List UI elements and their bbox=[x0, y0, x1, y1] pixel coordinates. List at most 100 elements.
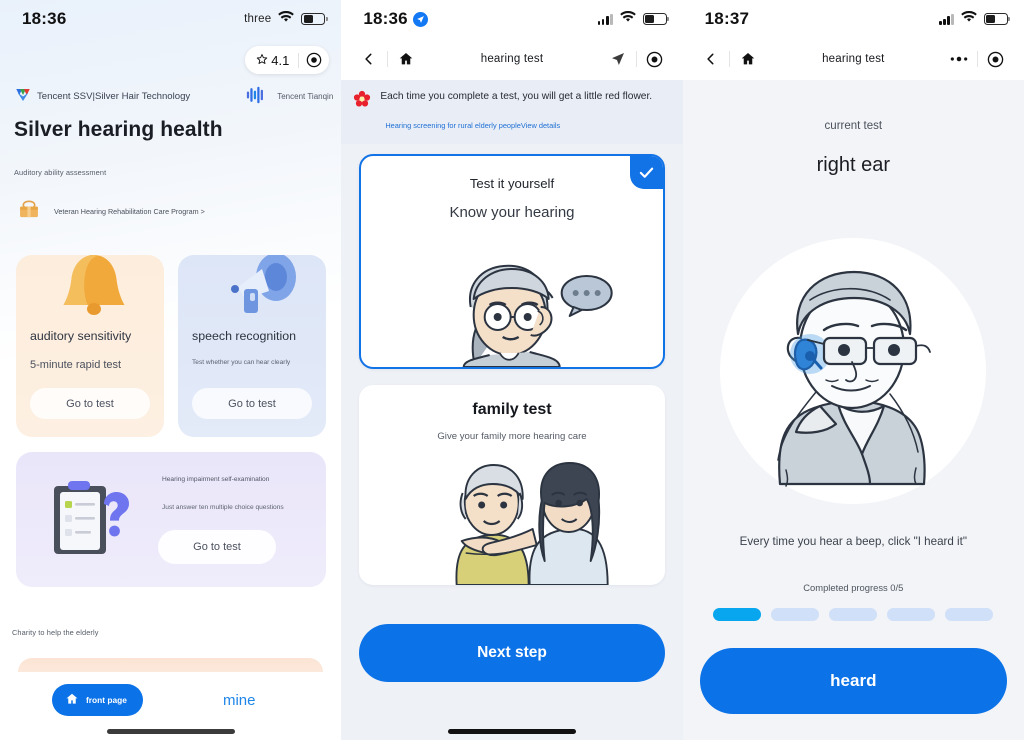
red-flower-icon bbox=[353, 90, 371, 113]
heard-button[interactable]: heard bbox=[699, 648, 1007, 714]
status-right-group: three bbox=[244, 10, 328, 28]
home-icon bbox=[65, 692, 79, 708]
miniprogram-capsule[interactable]: 4.1 bbox=[245, 46, 330, 74]
ear-label: right ear bbox=[816, 154, 890, 176]
next-step-button[interactable]: Next step bbox=[359, 624, 665, 682]
battery-icon bbox=[301, 13, 328, 25]
go-to-test-button[interactable]: Go to test bbox=[158, 530, 276, 564]
option-family-test[interactable]: family test Give your family more hearin… bbox=[359, 385, 665, 585]
self-exam-line1: Hearing impairment self-examination bbox=[162, 476, 270, 483]
brand-tencent-ssv: Tencent SSV|Silver Hair Technology bbox=[14, 86, 190, 107]
check-icon bbox=[629, 156, 663, 189]
gift-box-icon bbox=[16, 196, 42, 227]
nav-title: hearing test bbox=[822, 53, 885, 65]
battery-icon bbox=[642, 13, 669, 25]
nav-left-capsule bbox=[351, 45, 424, 73]
option-title: family test bbox=[472, 401, 552, 418]
go-to-test-button[interactable]: Go to test bbox=[192, 388, 312, 419]
wifi-icon bbox=[278, 10, 295, 28]
progress-dots bbox=[683, 608, 1024, 621]
target-icon[interactable] bbox=[978, 45, 1014, 73]
more-dots-icon[interactable] bbox=[941, 45, 977, 73]
status-right-group bbox=[597, 10, 669, 28]
banner-link[interactable]: Hearing screening for rural elderly peop… bbox=[385, 121, 670, 130]
brand-tencent-tianqin: Tencent Tianqin bbox=[246, 86, 333, 107]
home-button[interactable] bbox=[730, 45, 766, 73]
target-icon[interactable] bbox=[637, 45, 673, 73]
nav-bar-mid: hearing test bbox=[341, 38, 683, 80]
carrier-label: three bbox=[244, 13, 272, 25]
three-phone-screenshots: 18:36 three 4.1 Tencent SSV|Silver Hair … bbox=[0, 0, 1024, 740]
tab-mine[interactable]: mine bbox=[223, 692, 256, 709]
elderly-man-with-hearing-aid-illustration bbox=[720, 238, 987, 504]
wifi-icon bbox=[619, 10, 636, 28]
card-self-examination[interactable]: Hearing impairment self-examination Just… bbox=[16, 452, 326, 587]
brand-row: Tencent SSV|Silver Hair Technology Tence… bbox=[14, 86, 333, 107]
tab-front-page[interactable]: front page bbox=[52, 684, 143, 716]
status-right-group bbox=[939, 10, 1011, 28]
back-button[interactable] bbox=[693, 45, 729, 73]
nav-left-capsule bbox=[693, 45, 766, 73]
status-left-group: 18:37 bbox=[705, 9, 749, 29]
screen-hearing-test-select: 18:36 hearing test Each time you complet… bbox=[341, 0, 683, 740]
veteran-program-label: Veteran Hearing Rehabilitation Care Prog… bbox=[54, 207, 205, 216]
back-button[interactable] bbox=[351, 45, 387, 73]
card-speech-recognition[interactable]: speech recognition Test whether you can … bbox=[178, 255, 326, 437]
brand-tianqin-label: Tencent Tianqin bbox=[277, 92, 334, 101]
option-test-it-yourself[interactable]: Test it yourself Know your hearing bbox=[359, 154, 665, 369]
nav-bar-right: hearing test bbox=[682, 38, 1024, 80]
go-to-test-button[interactable]: Go to test bbox=[30, 388, 150, 419]
banner-row: Each time you complete a test, you will … bbox=[353, 90, 670, 113]
status-left-group: 18:36 bbox=[363, 9, 428, 29]
card-subtitle: Test whether you can hear clearly bbox=[192, 359, 291, 366]
battery-icon bbox=[983, 13, 1011, 25]
tencent-ssv-logo-icon bbox=[14, 86, 32, 107]
card-auditory-sensitivity[interactable]: auditory sensitivity 5-minute rapid test… bbox=[16, 255, 164, 437]
progress-dot bbox=[945, 608, 994, 621]
flower-reward-banner: Each time you complete a test, you will … bbox=[341, 80, 683, 144]
banner-text: Each time you complete a test, you will … bbox=[380, 91, 653, 102]
progress-dot bbox=[829, 608, 878, 621]
veteran-program-row[interactable]: Veteran Hearing Rehabilitation Care Prog… bbox=[16, 196, 205, 227]
nav-right-capsule bbox=[600, 45, 673, 73]
section-label-charity: Charity to help the elderly bbox=[12, 628, 99, 637]
option-subtitle: Give your family more hearing care bbox=[437, 431, 587, 442]
wifi-icon bbox=[961, 10, 977, 28]
status-time: 18:36 bbox=[363, 9, 408, 28]
self-exam-line2: Just answer ten multiple choice question… bbox=[162, 504, 284, 511]
clipboard-question-icon bbox=[42, 470, 142, 572]
section-label-assessment: Auditory ability assessment bbox=[14, 168, 107, 177]
signal-icon bbox=[597, 13, 613, 25]
tencent-tianqin-logo-icon bbox=[246, 86, 272, 107]
screen-silver-hearing-health: 18:36 three 4.1 Tencent SSV|Silver Hair … bbox=[0, 0, 342, 740]
brand-ssv-label: Tencent SSV|Silver Hair Technology bbox=[37, 91, 191, 102]
option-title: Test it yourself bbox=[469, 176, 555, 191]
star-icon bbox=[256, 53, 268, 68]
signal-icon bbox=[939, 13, 954, 25]
current-test-label: current test bbox=[824, 120, 883, 132]
screen-hearing-test-running: 18:37 hearing test current test right ea… bbox=[682, 0, 1024, 740]
status-bar-mid: 18:36 bbox=[341, 0, 683, 38]
home-button[interactable] bbox=[388, 45, 424, 73]
navigation-arrow-icon[interactable] bbox=[600, 45, 636, 73]
status-time: 18:36 bbox=[22, 9, 67, 28]
option-subtitle: Know your hearing bbox=[449, 204, 575, 221]
right-content: current test right ear Every time you he… bbox=[682, 120, 1024, 740]
rating-badge[interactable]: 4.1 bbox=[245, 53, 298, 68]
target-icon[interactable] bbox=[299, 52, 329, 68]
nav-title: hearing test bbox=[480, 53, 544, 65]
rating-value: 4.1 bbox=[271, 52, 290, 68]
status-left-group: 18:36 bbox=[22, 9, 66, 29]
two-women-illustration bbox=[359, 457, 664, 585]
location-badge-icon bbox=[412, 11, 428, 27]
card-subtitle: 5-minute rapid test bbox=[30, 359, 122, 371]
page-title: Silver hearing health bbox=[14, 118, 223, 141]
status-bar-left: 18:36 three bbox=[0, 0, 341, 38]
bell-icon bbox=[54, 255, 134, 335]
home-indicator bbox=[447, 729, 576, 734]
progress-label: Completed progress 0/5 bbox=[803, 582, 904, 593]
progress-dot bbox=[713, 608, 762, 621]
nav-right-capsule bbox=[941, 45, 1014, 73]
assessment-cards: auditory sensitivity 5-minute rapid test… bbox=[16, 255, 326, 437]
home-indicator bbox=[106, 729, 235, 734]
